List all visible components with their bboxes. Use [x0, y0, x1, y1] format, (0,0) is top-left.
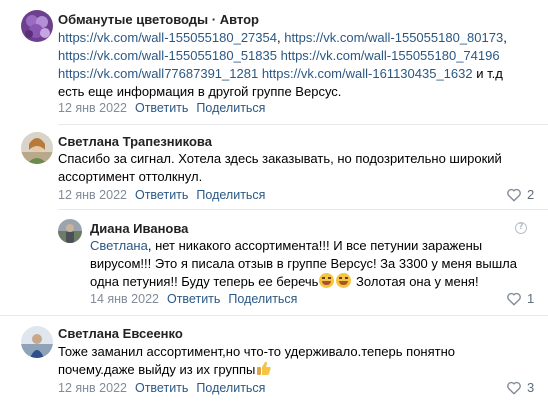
share-button[interactable]: Поделиться [196, 101, 265, 115]
rofl-emoji [336, 273, 352, 288]
reply-button[interactable]: Ответить [167, 292, 220, 306]
like-count: 1 [527, 291, 535, 306]
like-button[interactable]: 1 [506, 291, 534, 306]
comment-4: Светлана Евсеенко Тоже заманил ассортиме… [0, 316, 548, 408]
comment-text: https://vk.com/wall-155055180_27354, htt… [58, 29, 528, 101]
reply-button[interactable]: Ответить [135, 381, 188, 395]
reply-button[interactable]: Ответить [135, 188, 188, 202]
reply-text-end: Золотая она у меня! [352, 274, 479, 289]
like-count: 2 [527, 187, 535, 202]
comment-text: Тоже заманил ассортимент,но что-то удерж… [58, 343, 498, 379]
question-icon[interactable]: ? [515, 222, 527, 234]
like-button[interactable]: 2 [506, 187, 534, 202]
heart-icon [507, 188, 521, 201]
comment-text: Светлана, нет никакого ассортимента!!! И… [90, 237, 520, 291]
heart-icon [507, 381, 521, 394]
text-tail: и т.д [472, 66, 503, 81]
post-link[interactable]: https://vk.com/wall-155055180_51835 [58, 48, 277, 63]
comment-date[interactable]: 12 янв 2022 [58, 381, 127, 395]
comment-text: Спасибо за сигнал. Хотела здесь заказыва… [58, 151, 502, 184]
avatar[interactable] [21, 326, 53, 358]
comment-3-reply: Диана Иванова ? Светлана, нет никакого а… [0, 210, 548, 316]
comment-author[interactable]: Обманутые цветоводы · Автор [58, 12, 259, 27]
share-button[interactable]: Поделиться [196, 381, 265, 395]
comment-2: Светлана Трапезникова Спасибо за сигнал.… [0, 125, 548, 210]
heart-icon [507, 292, 521, 305]
like-count: 3 [527, 380, 535, 395]
post-link[interactable]: https://vk.com/wall77687391_1281 [58, 66, 258, 81]
comment-date[interactable]: 12 янв 2022 [58, 101, 127, 115]
thumbs-up-emoji [257, 361, 272, 375]
mention-link[interactable]: Светлана [90, 238, 148, 253]
rofl-emoji [319, 273, 335, 288]
like-button[interactable]: 3 [506, 380, 534, 395]
comment-author[interactable]: Светлана Евсеенко [58, 326, 183, 341]
avatar[interactable] [58, 219, 82, 243]
comment-meta: 12 янв 2022 Ответить Поделиться [58, 188, 273, 202]
comment-date[interactable]: 14 янв 2022 [90, 292, 159, 306]
comment-date[interactable]: 12 янв 2022 [58, 188, 127, 202]
share-button[interactable]: Поделиться [228, 292, 297, 306]
avatar[interactable] [21, 132, 53, 164]
text-line: есть еще информация в другой группе Верс… [58, 84, 342, 99]
comment-meta: 12 янв 2022 Ответить Поделиться [58, 381, 273, 395]
post-link[interactable]: https://vk.com/wall-161130435_1632 [262, 66, 473, 81]
share-button[interactable]: Поделиться [196, 188, 265, 202]
comment-1: Обманутые цветоводы · Автор https://vk.c… [0, 0, 548, 125]
reply-button[interactable]: Ответить [135, 101, 188, 115]
post-link[interactable]: https://vk.com/wall-155055180_74196 [281, 48, 500, 63]
post-link[interactable]: https://vk.com/wall-155055180_27354 [58, 30, 277, 45]
comment-author[interactable]: Светлана Трапезникова [58, 134, 212, 149]
avatar[interactable] [21, 10, 53, 42]
comment-meta: 14 янв 2022 Ответить Поделиться [90, 292, 305, 306]
comment-author[interactable]: Диана Иванова [90, 221, 188, 236]
comment-meta: 12 янв 2022 Ответить Поделиться [58, 101, 273, 115]
post-link[interactable]: https://vk.com/wall-155055180_80173 [284, 30, 503, 45]
